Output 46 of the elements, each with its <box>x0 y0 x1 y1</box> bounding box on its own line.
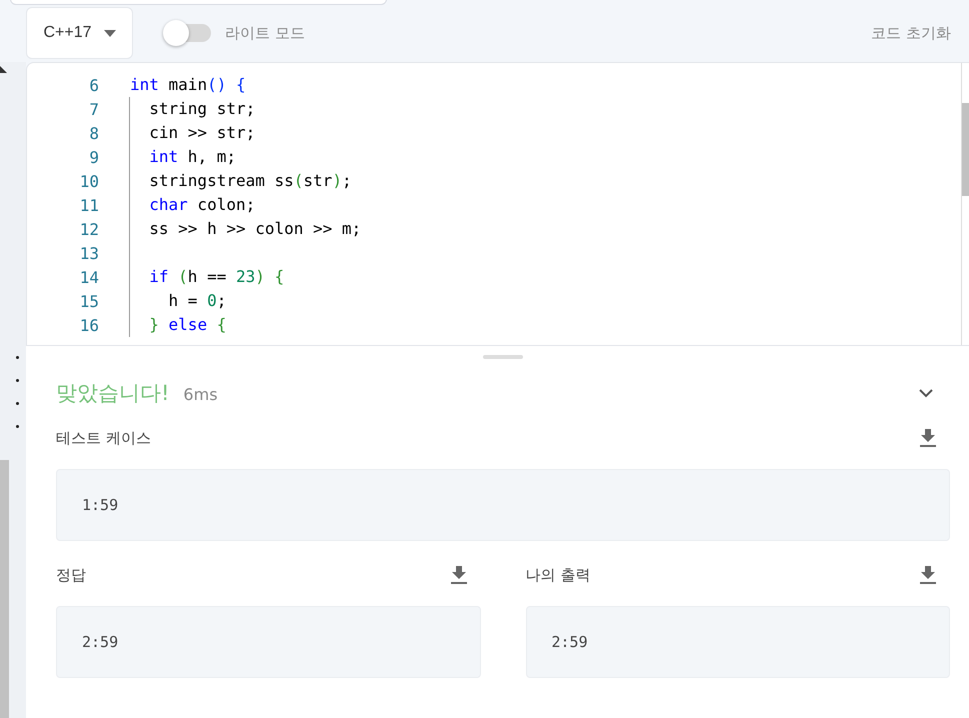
caret-icon <box>104 30 116 36</box>
line-number: 9 <box>88 148 99 166</box>
dot-icon <box>16 356 19 359</box>
language-dropdown[interactable]: C++17 <box>26 7 133 59</box>
resize-handle[interactable] <box>483 355 523 359</box>
line-number: 15 <box>78 292 99 310</box>
code-line: stringstream ss(str); <box>148 170 352 192</box>
line-number: 11 <box>78 196 99 214</box>
scrollbar[interactable] <box>961 63 969 345</box>
scrollbar-thumb[interactable] <box>962 103 969 196</box>
code-line: int h, m; <box>148 146 236 168</box>
triangle-icon <box>0 66 7 73</box>
line-number: 13 <box>78 244 99 262</box>
code-line: cin >> str; <box>148 122 256 144</box>
dot-icon <box>16 379 19 382</box>
run-time: 6ms <box>183 385 218 404</box>
code-editor[interactable]: 6 int main() { 7 string str; 8 cin >> str; 9 int h, m; 10 stringstream ss(str); 11 char colon; 12 ss >> h >> colon >> m; 13 14 if (h == 23) { 15 h = 0; 16 } else { <box>26 62 969 345</box>
line-number: 12 <box>78 220 99 238</box>
verdict-text: 맞았습니다! <box>56 380 170 407</box>
download-icon[interactable] <box>920 429 936 447</box>
code-line: h = 0; <box>168 290 226 312</box>
dot-icon <box>16 425 19 428</box>
line-number: 8 <box>88 124 99 142</box>
code-line: char colon; <box>148 194 256 216</box>
scrollbar[interactable] <box>0 460 9 718</box>
line-number: 7 <box>88 100 99 118</box>
download-icon[interactable] <box>920 566 936 584</box>
line-number: 14 <box>78 268 99 286</box>
line-number: 6 <box>88 76 99 94</box>
download-icon[interactable] <box>450 566 466 584</box>
output-box: 1:59 <box>56 469 950 541</box>
section-label: 정답 <box>56 566 86 584</box>
section-label: 테스트 케이스 <box>56 428 151 448</box>
output-box: 2:59 <box>526 606 950 678</box>
code-line: } else { <box>148 314 226 336</box>
line-number: 10 <box>78 172 99 190</box>
section-label: 나의 출력 <box>526 566 590 584</box>
code-line: ss >> h >> colon >> m; <box>148 218 362 240</box>
line-number: 16 <box>78 316 99 334</box>
chevron-icon[interactable] <box>919 388 933 398</box>
dot-icon <box>16 402 19 405</box>
code-line: if (h == 23) { <box>148 266 284 288</box>
theme-toggle-label: 라이트 모드 <box>225 24 305 42</box>
output-box: 2:59 <box>56 606 480 678</box>
code-line: string str; <box>148 98 256 120</box>
code-line: int main() { <box>130 74 246 96</box>
